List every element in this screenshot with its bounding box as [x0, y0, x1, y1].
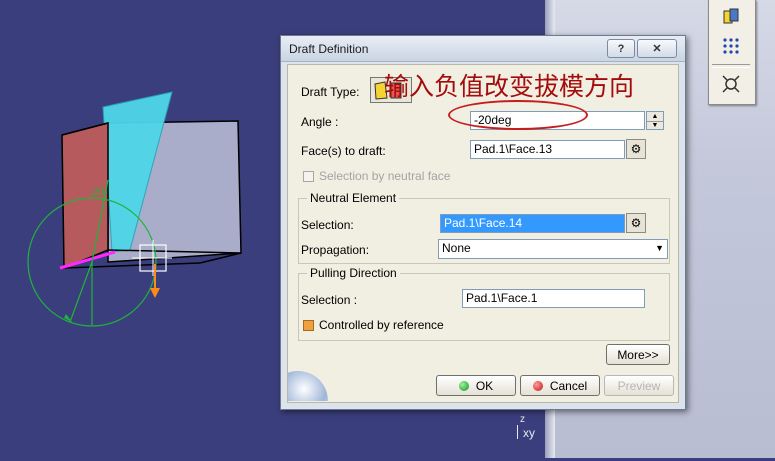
grid-icon[interactable]: [718, 34, 744, 58]
faces-label: Face(s) to draft:: [301, 144, 386, 158]
neutral-selection-label: Selection:: [301, 218, 354, 232]
dialog-logo: [288, 365, 332, 401]
cancel-button[interactable]: Cancel: [520, 375, 600, 396]
neutral-face-label: Selection by neutral face: [319, 169, 451, 183]
propagation-select[interactable]: None ▼: [438, 239, 668, 259]
chevron-down-icon[interactable]: ▼: [655, 240, 664, 256]
faces-input[interactable]: Pad.1\Face.13: [470, 140, 625, 159]
cancel-label: Cancel: [549, 378, 588, 393]
faces-pick-button[interactable]: ⚙: [626, 139, 646, 159]
ok-icon: [458, 380, 469, 391]
controlled-by-reference-checkbox[interactable]: [303, 320, 314, 331]
pulling-direction-title: Pulling Direction: [307, 266, 400, 280]
pulling-selection-label: Selection :: [301, 293, 358, 307]
draft-type-label: Draft Type:: [301, 85, 360, 99]
toolbar-separator: [712, 64, 750, 68]
cancel-icon: [532, 380, 543, 391]
pick-icon: ⚙: [630, 142, 642, 156]
help-button[interactable]: ?: [607, 39, 635, 58]
close-icon: ✕: [652, 43, 662, 55]
part-icon[interactable]: [718, 5, 744, 29]
preview-label: Preview: [617, 378, 661, 393]
annotation-ellipse: [448, 100, 588, 130]
axis-z-label: z: [520, 414, 525, 425]
preview-button[interactable]: Preview: [604, 375, 674, 396]
fit-all-icon[interactable]: [718, 72, 744, 96]
angle-spinner[interactable]: ▲ ▼: [646, 111, 664, 130]
help-icon: ?: [617, 42, 625, 55]
close-button[interactable]: ✕: [637, 39, 677, 58]
propagation-value: None: [442, 241, 471, 255]
annotation-text: 输入负值改变拔模方向: [384, 72, 635, 101]
ok-label: OK: [475, 378, 494, 393]
pick-icon: ⚙: [630, 216, 642, 230]
neutral-selection-input[interactable]: Pad.1\Face.14: [440, 214, 625, 233]
neutral-face-checkbox[interactable]: [303, 171, 314, 182]
pulling-selection-input[interactable]: Pad.1\Face.1: [462, 289, 645, 308]
neutral-element-title: Neutral Element: [307, 191, 400, 205]
controlled-by-reference-label: Controlled by reference: [319, 318, 444, 332]
ok-button[interactable]: OK: [436, 375, 516, 396]
dialog-titlebar[interactable]: Draft Definition ? ✕: [281, 36, 685, 62]
dialog-title: Draft Definition: [289, 42, 369, 56]
workbench-toolbar: [708, 0, 756, 105]
neutral-pick-button[interactable]: ⚙: [626, 213, 646, 233]
spin-down-icon[interactable]: ▼: [647, 122, 663, 130]
axis-xy-label: xy: [523, 426, 535, 440]
angle-text: 20: [92, 186, 104, 198]
spin-up-icon[interactable]: ▲: [647, 112, 663, 122]
propagation-label: Propagation:: [301, 243, 370, 257]
more-button[interactable]: More>>: [606, 344, 670, 365]
more-label: More>>: [617, 347, 659, 362]
angle-label: Angle :: [301, 115, 339, 129]
